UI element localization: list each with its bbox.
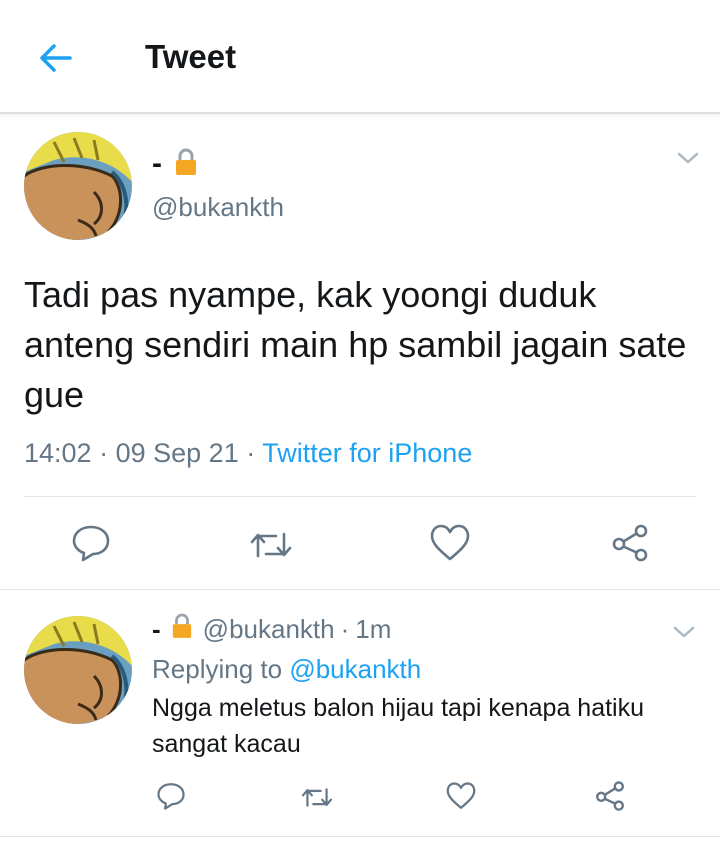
reply-age: 1m	[355, 614, 392, 644]
replying-to: Replying to @bukankth	[152, 654, 421, 685]
reply-icon	[72, 525, 110, 562]
back-arrow-icon	[40, 44, 72, 72]
like-icon	[430, 524, 470, 561]
retweet-icon	[301, 788, 333, 807]
chevron-down-icon	[677, 152, 699, 164]
tweet-time: 14:02	[24, 438, 92, 468]
reply-text: Ngga meletus balon hijau tapi kenapa hat…	[152, 694, 645, 758]
reply-avatar[interactable]	[24, 616, 132, 724]
replying-to-link[interactable]: @bukankth	[289, 654, 421, 684]
reply-handle[interactable]: @bukankth	[203, 614, 335, 645]
avatar-image	[24, 132, 132, 240]
reply-icon	[157, 783, 185, 810]
tweet-meta: 14:02 · 09 Sep 21 · Twitter for iPhone	[24, 438, 472, 469]
share-button[interactable]	[610, 523, 650, 568]
tweet-source-link[interactable]: Twitter for iPhone	[262, 438, 472, 468]
chevron-down-icon	[673, 626, 695, 638]
reply-menu-button[interactable]	[672, 624, 696, 645]
meta-separator: ·	[99, 438, 109, 468]
meta-separator: ·	[340, 614, 350, 644]
share-icon	[612, 524, 648, 562]
lock-icon	[171, 612, 193, 647]
reply-like-button[interactable]	[446, 782, 476, 815]
replying-label: Replying to	[152, 654, 283, 684]
back-button[interactable]	[36, 38, 76, 78]
tweet-menu-button[interactable]	[676, 150, 700, 171]
retweet-icon	[250, 532, 292, 558]
reply-author-row: - @bukankth · 1m	[152, 612, 391, 647]
top-app-bar: Tweet	[0, 0, 720, 114]
divider	[24, 496, 696, 497]
share-icon	[596, 781, 624, 811]
reply-share-button[interactable]	[594, 780, 626, 817]
avatar[interactable]	[24, 132, 132, 240]
tweet-date: 09 Sep 21	[115, 438, 239, 468]
reply-retweet-button[interactable]	[300, 785, 334, 815]
divider	[0, 836, 720, 837]
tweet-text: Tadi pas nyampe, kak yoongi duduk anteng…	[24, 274, 687, 415]
avatar-image	[24, 616, 132, 724]
page-title: Tweet	[145, 38, 237, 75]
lock-icon	[174, 147, 198, 182]
reply-reply-button[interactable]	[156, 782, 186, 815]
retweet-button[interactable]	[248, 528, 294, 567]
divider	[0, 589, 720, 590]
like-icon	[446, 782, 476, 809]
display-name[interactable]: -	[152, 147, 162, 181]
tweet-handle[interactable]: @bukankth	[152, 192, 284, 223]
reply-button[interactable]	[71, 524, 111, 567]
like-button[interactable]	[430, 524, 470, 567]
reply-display-name[interactable]: -	[152, 614, 161, 645]
tweet-author-name-row: -	[152, 146, 198, 182]
meta-separator: ·	[246, 438, 256, 468]
